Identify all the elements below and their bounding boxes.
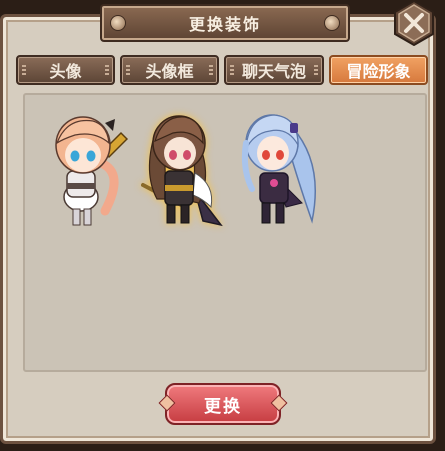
tab-label: 冒险形象 bbox=[346, 62, 411, 81]
dialog-title-plate: 更换装饰 bbox=[100, 4, 350, 42]
tab-chat-bubble[interactable]: 聊天气泡 bbox=[224, 55, 324, 85]
change-button[interactable]: 更换 bbox=[158, 383, 288, 425]
tab-avatar-frame[interactable]: 头像框 bbox=[120, 55, 219, 85]
tab-avatar[interactable]: 头像 bbox=[16, 55, 115, 85]
character-option-2[interactable] bbox=[133, 103, 229, 231]
close-icon bbox=[394, 0, 434, 47]
tab-bar: 头像 头像框 聊天气泡 冒险形象 bbox=[14, 55, 428, 85]
change-button-label: 更换 bbox=[204, 396, 242, 417]
character-option-1[interactable] bbox=[41, 103, 137, 231]
blonde-girl-with-sword-avatar bbox=[55, 116, 129, 226]
character-option-3[interactable] bbox=[228, 103, 324, 231]
tab-label: 聊天气泡 bbox=[241, 62, 306, 81]
brown-haired-swordswoman-avatar bbox=[141, 115, 223, 227]
tab-adventure-appearance[interactable]: 冒险形象 bbox=[329, 55, 428, 85]
blue-ponytail-girl-avatar bbox=[241, 114, 317, 224]
title-stud-icon bbox=[110, 15, 126, 31]
title-stud-icon bbox=[324, 15, 340, 31]
close-button[interactable] bbox=[394, 0, 434, 47]
tab-label: 头像 bbox=[49, 62, 82, 81]
tab-label: 头像框 bbox=[145, 62, 194, 81]
dialog-title: 更换装饰 bbox=[188, 15, 261, 34]
appearance-grid bbox=[23, 93, 427, 372]
